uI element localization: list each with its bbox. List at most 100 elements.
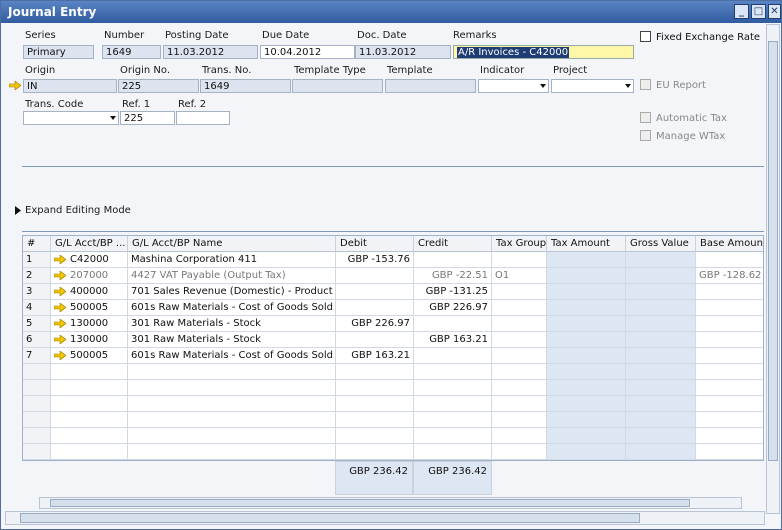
empty-table-cell[interactable] [696, 396, 763, 412]
origin-link-arrow-icon[interactable] [9, 81, 21, 90]
link-arrow-icon[interactable] [53, 269, 67, 281]
empty-table-cell[interactable] [492, 396, 547, 412]
empty-table-cell[interactable] [336, 428, 414, 444]
empty-table-cell[interactable] [23, 444, 51, 460]
table-cell-acct[interactable]: 207000 [51, 268, 128, 284]
table-cell-gross[interactable] [626, 316, 696, 332]
ref1-field[interactable]: 225 [120, 111, 175, 125]
table-cell-tax_amount[interactable] [547, 348, 626, 364]
table-cell-num[interactable]: 6 [23, 332, 51, 348]
link-arrow-icon[interactable] [53, 317, 67, 329]
triangle-right-icon[interactable] [15, 206, 21, 215]
table-cell-gross[interactable] [626, 284, 696, 300]
empty-table-cell[interactable] [414, 428, 492, 444]
manage-wtax-checkbox[interactable] [640, 130, 651, 141]
table-cell-tax_group[interactable] [492, 252, 547, 268]
table-cell-debit[interactable]: GBP 226.97 [336, 316, 414, 332]
posting-date-field[interactable]: 11.03.2012 [163, 45, 258, 59]
close-button[interactable]: ✕ [768, 4, 781, 19]
table-cell-base[interactable] [696, 316, 763, 332]
remarks-field[interactable]: A/R Invoices - C42000 [453, 45, 634, 59]
table-cell-num[interactable]: 2 [23, 268, 51, 284]
table-cell-gross[interactable] [626, 300, 696, 316]
table-cell-num[interactable]: 3 [23, 284, 51, 300]
empty-table-cell[interactable] [626, 364, 696, 380]
empty-table-cell[interactable] [696, 412, 763, 428]
table-cell-base[interactable] [696, 284, 763, 300]
empty-table-cell[interactable] [414, 396, 492, 412]
link-arrow-icon[interactable] [53, 349, 67, 361]
empty-table-cell[interactable] [696, 364, 763, 380]
table-cell-debit[interactable] [336, 300, 414, 316]
column-header-acct[interactable]: G/L Acct/BP ... [51, 236, 128, 252]
empty-table-cell[interactable] [547, 412, 626, 428]
empty-table-cell[interactable] [492, 380, 547, 396]
empty-table-cell[interactable] [23, 364, 51, 380]
table-cell-acct[interactable]: C42000 [51, 252, 128, 268]
grid-horizontal-scrollbar[interactable] [39, 497, 742, 509]
table-cell-acct[interactable]: 500005 [51, 300, 128, 316]
table-cell-credit[interactable] [414, 316, 492, 332]
table-cell-tax_group[interactable] [492, 284, 547, 300]
due-date-field[interactable]: 10.04.2012 [260, 45, 355, 59]
table-cell-gross[interactable] [626, 252, 696, 268]
empty-table-cell[interactable] [128, 428, 336, 444]
link-arrow-icon[interactable] [53, 285, 67, 297]
grid-scroll-thumb[interactable] [50, 499, 690, 507]
empty-table-cell[interactable] [696, 428, 763, 444]
empty-table-cell[interactable] [492, 412, 547, 428]
table-cell-tax_group[interactable] [492, 300, 547, 316]
trans-code-select[interactable] [23, 111, 119, 125]
table-cell-debit[interactable] [336, 332, 414, 348]
empty-table-cell[interactable] [336, 444, 414, 460]
indicator-select[interactable] [478, 79, 549, 93]
table-cell-gross[interactable] [626, 268, 696, 284]
maximize-button[interactable]: □ [751, 4, 766, 19]
empty-table-cell[interactable] [696, 444, 763, 460]
window-scroll-thumb[interactable] [20, 513, 640, 523]
empty-table-cell[interactable] [492, 428, 547, 444]
origin-field[interactable]: IN [23, 79, 117, 93]
vertical-scrollbar[interactable] [766, 24, 780, 514]
column-header-tax-group[interactable]: Tax Group [492, 236, 547, 252]
table-cell-acct[interactable]: 400000 [51, 284, 128, 300]
table-cell-credit[interactable]: GBP -131.25 [414, 284, 492, 300]
empty-table-cell[interactable] [626, 428, 696, 444]
empty-table-cell[interactable] [547, 396, 626, 412]
empty-table-cell[interactable] [626, 412, 696, 428]
empty-table-cell[interactable] [51, 364, 128, 380]
empty-table-cell[interactable] [414, 380, 492, 396]
table-cell-debit[interactable]: GBP 163.21 [336, 348, 414, 364]
origin-no-field[interactable]: 225 [118, 79, 199, 93]
table-cell-tax_amount[interactable] [547, 268, 626, 284]
link-arrow-icon[interactable] [53, 333, 67, 345]
table-cell-name[interactable]: 601s Raw Materials - Cost of Goods Sold [128, 348, 336, 364]
expand-editing-mode-label[interactable]: Expand Editing Mode [25, 205, 131, 216]
column-header-credit[interactable]: Credit [414, 236, 492, 252]
vertical-scroll-thumb[interactable] [768, 41, 778, 461]
empty-table-cell[interactable] [492, 444, 547, 460]
table-cell-name[interactable]: 601s Raw Materials - Cost of Goods Sold [128, 300, 336, 316]
empty-table-cell[interactable] [414, 444, 492, 460]
table-cell-tax_amount[interactable] [547, 316, 626, 332]
column-header-tax-amount[interactable]: Tax Amount [547, 236, 626, 252]
series-field[interactable]: Primary [23, 45, 94, 59]
table-cell-debit[interactable]: GBP -153.76 [336, 252, 414, 268]
table-cell-credit[interactable]: GBP 163.21 [414, 332, 492, 348]
empty-table-cell[interactable] [128, 364, 336, 380]
empty-table-cell[interactable] [51, 396, 128, 412]
empty-table-cell[interactable] [492, 364, 547, 380]
trans-no-field[interactable]: 1649 [200, 79, 291, 93]
empty-table-cell[interactable] [547, 444, 626, 460]
empty-table-cell[interactable] [51, 444, 128, 460]
empty-table-cell[interactable] [626, 396, 696, 412]
empty-table-cell[interactable] [547, 380, 626, 396]
empty-table-cell[interactable] [696, 380, 763, 396]
empty-table-cell[interactable] [414, 412, 492, 428]
empty-table-cell[interactable] [23, 428, 51, 444]
empty-table-cell[interactable] [336, 380, 414, 396]
number-field[interactable]: 1649 [102, 45, 161, 59]
minimize-button[interactable]: _ [734, 4, 749, 19]
link-arrow-icon[interactable] [53, 253, 67, 265]
table-cell-acct[interactable]: 500005 [51, 348, 128, 364]
